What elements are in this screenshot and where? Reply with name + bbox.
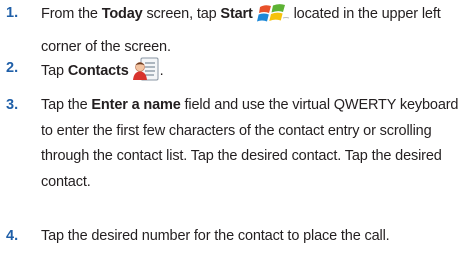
- step-text-part: screen, tap: [142, 6, 221, 22]
- windows-start-icon: [256, 1, 290, 35]
- step-text-part: Tap the: [41, 97, 92, 113]
- step-number: 2.: [6, 60, 19, 76]
- contacts-label: Contacts: [67, 63, 129, 79]
- step-text: Tap the Enter a name field and use the v…: [41, 93, 466, 195]
- step-number: 1.: [6, 5, 19, 21]
- today-label: Today: [101, 6, 143, 22]
- contacts-card-icon: [132, 56, 160, 92]
- start-label: Start: [220, 6, 253, 22]
- enter-a-name-label: Enter a name: [91, 97, 181, 113]
- instruction-steps: 1. From the Today screen, tap Start loca…: [0, 0, 472, 258]
- step-number: 3.: [6, 97, 19, 113]
- step-text: Tap the desired number for the contact t…: [41, 228, 390, 244]
- step-text-part: Tap: [41, 63, 68, 79]
- step-text-part: From the: [41, 6, 102, 22]
- step-text: From the Today screen, tap Start located…: [41, 1, 466, 60]
- step-text: Tap Contacts .: [41, 56, 466, 92]
- step-text-part: .: [159, 63, 164, 79]
- step-number: 4.: [6, 228, 19, 244]
